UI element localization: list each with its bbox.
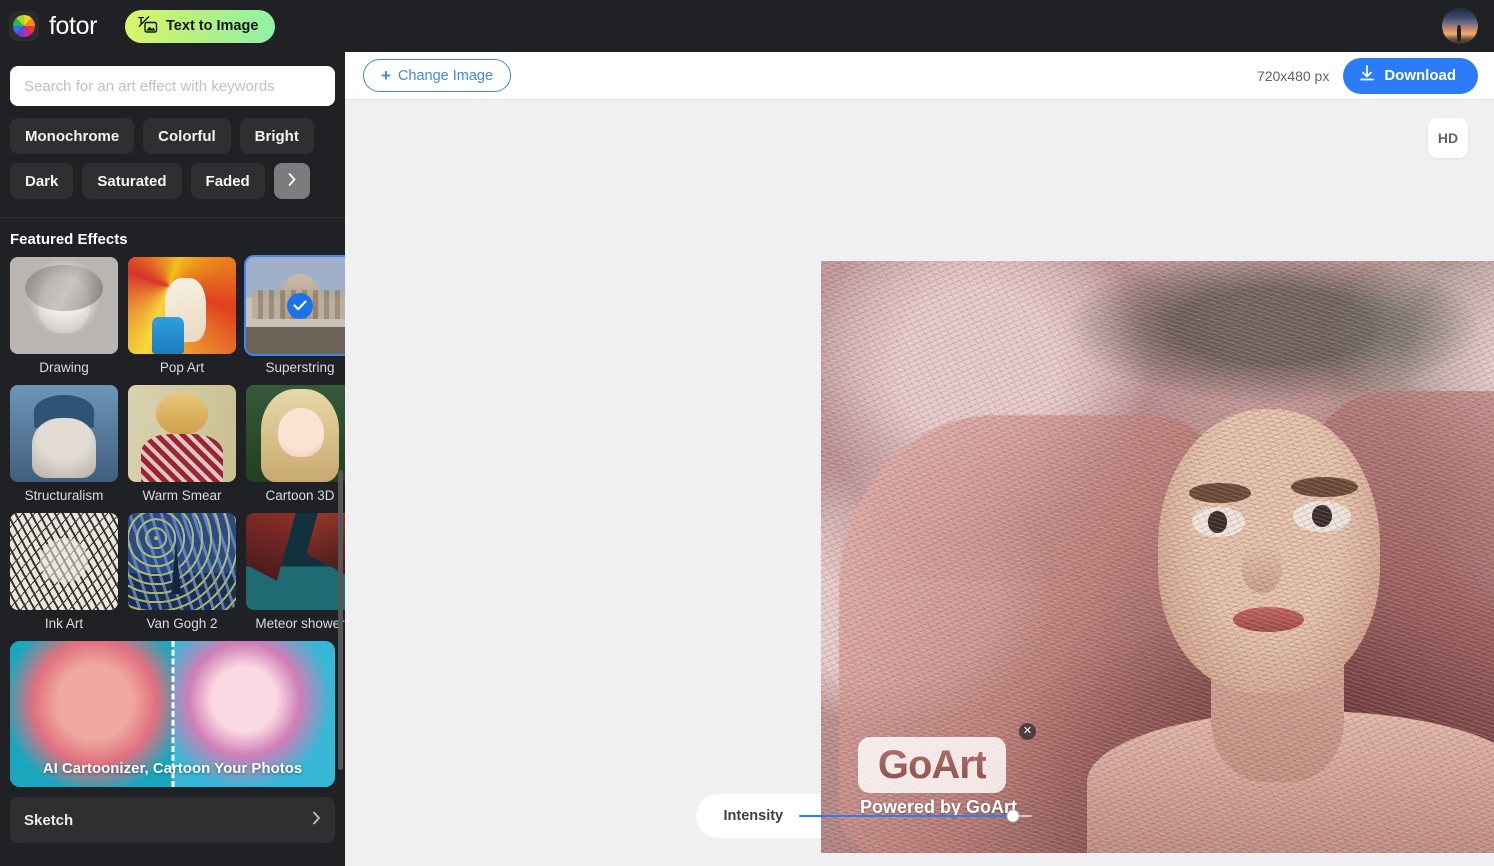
goart-logo-text: GoArt [877,742,987,787]
fotor-goart-app: fotor T Text to Image Monochrome [0,0,1494,866]
download-label: Download [1384,67,1456,84]
close-icon[interactable]: ✕ [1019,723,1036,740]
filter-tag-list: Monochrome Colorful Bright Dark Saturate… [0,106,345,199]
van-gogh-thumb-art [128,513,236,610]
effect-card-ink-art[interactable]: Ink Art [10,513,118,631]
effect-thumbnail [128,257,236,354]
effect-thumbnail [246,513,345,610]
filter-tag-faded[interactable]: Faded [190,163,265,199]
sidebar-section-sketch[interactable]: Sketch [10,797,335,843]
plus-icon: + [381,66,391,85]
image-canvas-area: HD GoArt Powered by GoArt ✕ [345,100,1494,853]
effect-thumbnail [10,513,118,610]
effect-thumbnail [128,385,236,482]
structuralism-thumb-art [10,385,118,482]
stylized-image-preview[interactable]: GoArt Powered by GoArt ✕ [821,261,1494,853]
goart-logo-box: GoArt [858,737,1006,793]
intensity-label: Intensity [723,808,784,824]
effect-thumbnail [10,257,118,354]
effect-label: Ink Art [44,616,84,631]
brand-logo[interactable]: fotor [9,11,97,41]
effect-card-meteor-shower[interactable]: Meteor shower [246,513,345,631]
effect-card-structuralism[interactable]: Structuralism [10,385,118,503]
filter-tag-saturated[interactable]: Saturated [82,163,182,199]
brand-name: fotor [49,11,98,40]
filter-tag-dark[interactable]: Dark [10,163,74,199]
promo-banner-ai-cartoonizer[interactable]: AI Cartoonizer, Cartoon Your Photos [10,641,335,787]
meteor-shower-thumb-art [246,513,345,610]
filter-tag-colorful[interactable]: Colorful [143,118,231,154]
chevron-right-icon [288,172,296,190]
effect-label: Van Gogh 2 [146,616,218,631]
featured-effects-title: Featured Effects [10,231,128,248]
effect-label: Cartoon 3D [265,488,335,503]
sketch-label: Sketch [24,811,74,829]
fotor-color-wheel-icon [9,11,39,41]
download-button[interactable]: Download [1343,57,1478,94]
change-image-button[interactable]: + Change Image [363,59,512,92]
text-to-image-button[interactable]: T Text to Image [125,9,276,43]
ink-art-thumb-art [10,513,118,610]
effects-sidebar: Monochrome Colorful Bright Dark Saturate… [0,52,345,866]
search-container [0,52,345,106]
filter-tags-more-button[interactable] [273,163,310,199]
user-avatar[interactable] [1442,8,1478,44]
effect-thumbnail [246,257,345,354]
effect-label: Superstring [265,360,335,375]
selected-check-icon [287,292,313,319]
intensity-slider[interactable] [799,806,1032,826]
download-icon [1359,65,1375,86]
hd-badge-button[interactable]: HD [1428,118,1468,158]
slider-fill [799,815,1013,817]
effects-scroll-area[interactable]: Featured Effects Drawing Pop Art Superst… [0,218,345,866]
effect-thumbnail [128,513,236,610]
change-image-label: Change Image [397,67,494,84]
slider-handle[interactable] [1006,809,1020,823]
text-to-image-icon: T [138,15,158,37]
effect-card-cartoon-3d[interactable]: Cartoon 3D [246,385,345,503]
effect-label: Warm Smear [142,488,222,503]
warm-smear-thumb-art [128,385,236,482]
effect-thumbnail [246,385,345,482]
effect-card-van-gogh-2[interactable]: Van Gogh 2 [128,513,236,631]
effect-card-drawing[interactable]: Drawing [10,257,118,375]
body-row: Monochrome Colorful Bright Dark Saturate… [0,52,1494,866]
effect-label: Drawing [39,360,89,375]
effect-label: Pop Art [159,360,205,375]
chevron-right-icon [312,811,321,829]
main-content: + Change Image 720x480 px Download HD Go… [345,52,1494,866]
pop-art-thumb-art [128,257,236,354]
text-to-image-label: Text to Image [166,18,259,34]
featured-effects-grid: Drawing Pop Art Superstring Structuralis… [0,257,345,631]
promo-label: AI Cartoonizer, Cartoon Your Photos [42,760,303,777]
effect-label: Meteor shower [255,616,345,631]
top-bar: fotor T Text to Image [0,0,1494,52]
drawing-thumb-art [10,257,118,354]
search-input[interactable] [10,66,335,106]
filter-tag-bright[interactable]: Bright [239,118,314,154]
effect-card-warm-smear[interactable]: Warm Smear [128,385,236,503]
main-toolbar: + Change Image 720x480 px Download [345,52,1494,100]
sidebar-scrollbar[interactable] [338,470,343,770]
cartoon-3d-thumb-art [246,385,345,482]
effect-thumbnail [10,385,118,482]
filter-tag-monochrome[interactable]: Monochrome [10,118,135,154]
effect-card-pop-art[interactable]: Pop Art [128,257,236,375]
effect-label: Structuralism [24,488,104,503]
effect-card-superstring[interactable]: Superstring [246,257,345,375]
image-dimensions: 720x480 px [1256,67,1330,84]
